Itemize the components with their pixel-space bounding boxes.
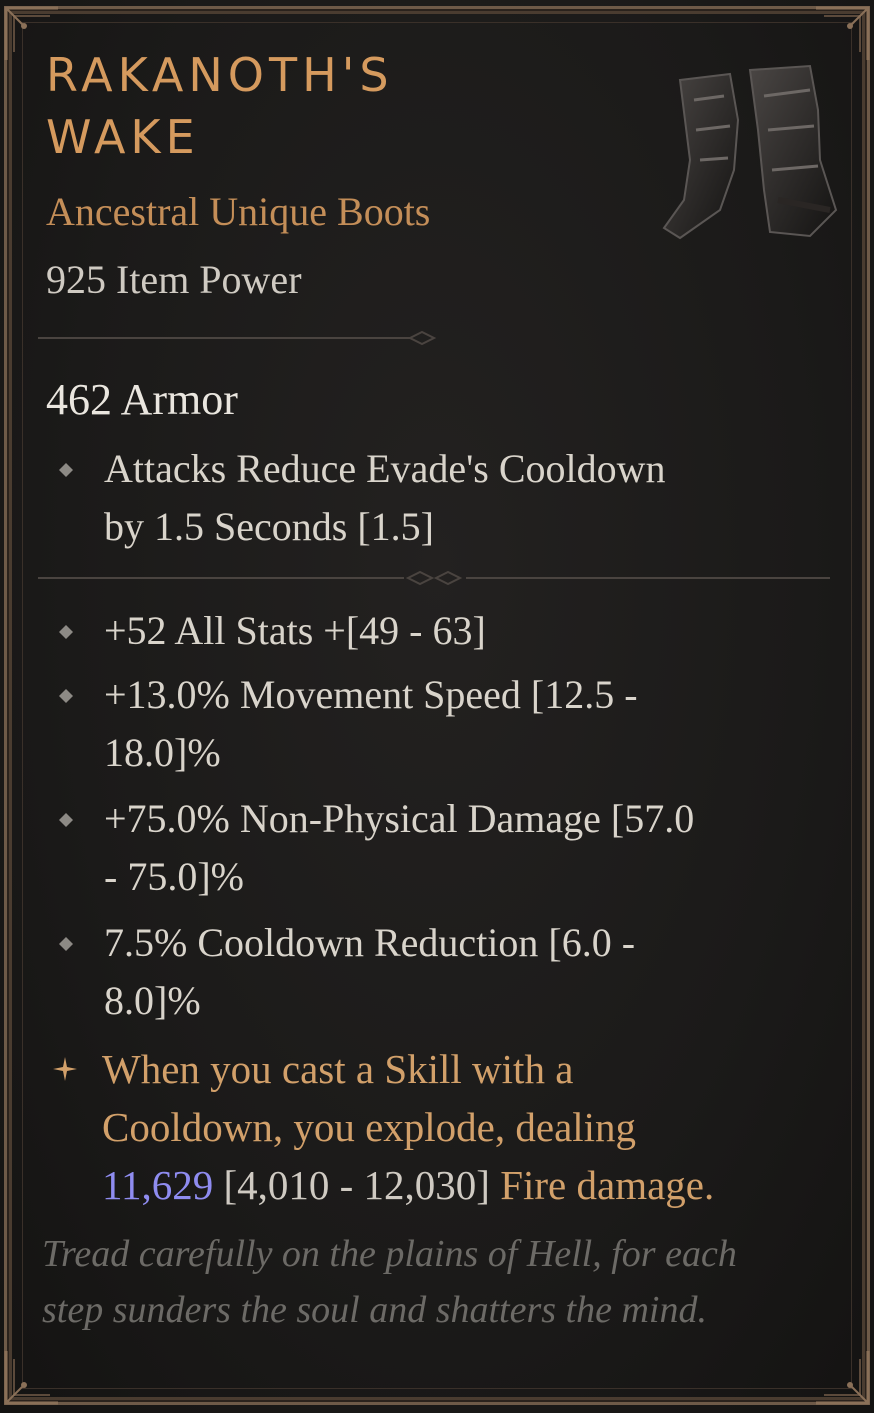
corner-ornament-icon — [812, 4, 872, 64]
affix-non-physical-damage: +75.0% Non-Physical Damage [57.0 - 75.0]… — [104, 790, 824, 906]
unique-power-suffix: Fire damage. — [500, 1162, 715, 1208]
item-name: RAKANOTH'S WAKE — [46, 44, 394, 168]
affix-line: 18.0]% — [104, 730, 221, 775]
affix-line: 7.5% Cooldown Reduction [6.0 - — [104, 920, 636, 965]
corner-ornament-icon — [812, 1347, 872, 1407]
unique-power-line: When you cast a Skill with a — [102, 1046, 574, 1092]
flavor-text: Tread carefully on the plains of Hell, f… — [42, 1226, 832, 1338]
section-divider — [38, 570, 830, 586]
section-divider — [38, 330, 448, 346]
item-tooltip: RAKANOTH'S WAKE Ancestral Unique Boots 9… — [0, 0, 874, 1413]
flavor-line: step sunders the soul and shatters the m… — [42, 1289, 707, 1331]
affix-line: by 1.5 Seconds [1.5] — [104, 504, 434, 549]
item-type: Ancestral Unique Boots — [46, 189, 431, 234]
affix-line: +13.0% Movement Speed [12.5 - — [104, 672, 638, 717]
unique-power-line: 11,629 [4,010 - 12,030] Fire damage. — [102, 1156, 822, 1214]
corner-ornament-icon — [2, 1347, 62, 1407]
affix-movement-speed: +13.0% Movement Speed [12.5 - 18.0]% — [104, 666, 824, 782]
boots-icon — [660, 60, 844, 250]
affix-line: 8.0]% — [104, 978, 201, 1023]
affix-all-stats: +52 All Stats +[49 - 63] — [104, 602, 824, 660]
unique-power-star-icon — [52, 1056, 78, 1082]
unique-power-line: Cooldown, you explode, dealing — [102, 1104, 637, 1150]
item-name-line: RAKANOTH'S — [46, 48, 394, 102]
unique-power-range: [4,010 - 12,030] — [223, 1162, 490, 1208]
affix-cooldown-reduction: 7.5% Cooldown Reduction [6.0 - 8.0]% — [104, 914, 824, 1030]
affix-line: Attacks Reduce Evade's Cooldown — [104, 446, 666, 491]
flavor-line: Tread carefully on the plains of Hell, f… — [42, 1233, 737, 1275]
diamond-bullet-icon — [56, 686, 76, 706]
unique-power-value: 11,629 — [102, 1162, 214, 1208]
diamond-bullet-icon — [56, 934, 76, 954]
implicit-affix: Attacks Reduce Evade's Cooldown by 1.5 S… — [104, 440, 824, 556]
affix-line: +52 All Stats +[49 - 63] — [104, 608, 486, 653]
affix-line: +75.0% Non-Physical Damage [57.0 — [104, 796, 695, 841]
diamond-bullet-icon — [56, 810, 76, 830]
diamond-bullet-icon — [56, 622, 76, 642]
diamond-bullet-icon — [56, 460, 76, 480]
unique-power: When you cast a Skill with a Cooldown, y… — [102, 1040, 822, 1214]
item-power: 925 Item Power — [46, 257, 302, 302]
item-name-line: WAKE — [46, 110, 200, 164]
affix-line: - 75.0]% — [104, 854, 244, 899]
armor-value: 462 Armor — [46, 375, 238, 424]
